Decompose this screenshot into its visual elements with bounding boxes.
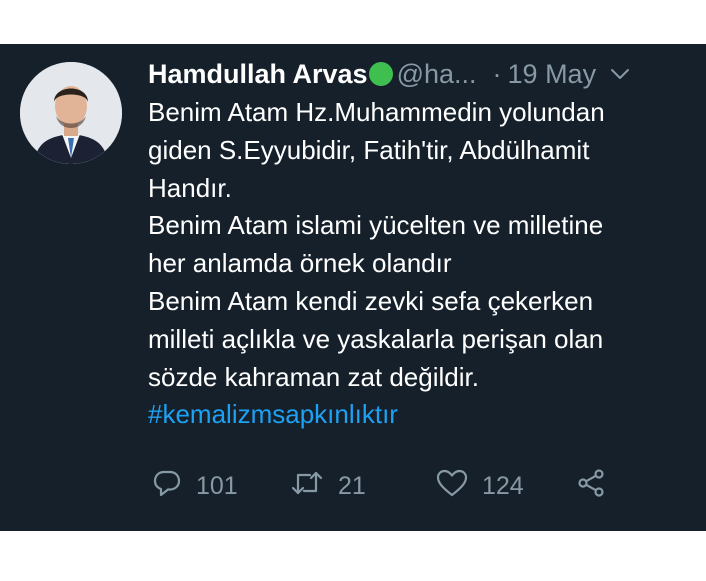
tweet-actions: 101 21 124 — [148, 464, 668, 508]
heart-icon — [436, 468, 482, 505]
tweet-text: Benim Atam Hz.Muhammedin yolundan giden … — [148, 94, 693, 434]
verified-badge-icon — [368, 62, 393, 86]
tweet-header: Hamdullah Arvas @ha... · 19 May — [148, 54, 692, 94]
tweet-line: Benim Atam Hz.Muhammedin yolundan — [148, 97, 605, 127]
tweet-date[interactable]: 19 May — [508, 59, 597, 90]
tweet-line: her anlamda örnek olandır — [148, 248, 452, 279]
user-handle[interactable]: @ha... — [397, 59, 477, 90]
like-button[interactable]: 124 — [436, 464, 524, 508]
tweet-card[interactable]: Hamdullah Arvas @ha... · 19 May Benim At… — [0, 44, 706, 531]
tweet-line: Benim Atam kendi zevki sefa çekerken — [148, 285, 594, 316]
tweet-line: Handır. — [148, 172, 232, 203]
share-button[interactable] — [576, 464, 620, 508]
tweet-line: Benim Atam islami yücelten ve milletine — [148, 210, 604, 241]
like-count: 124 — [482, 471, 524, 500]
retweet-count: 21 — [338, 471, 366, 500]
retweet-icon — [290, 468, 338, 505]
tweet-line: giden S.Eyyubidir, Fatih'tir, Abdülhamit — [148, 134, 590, 165]
tweet-line: milleti açlıkla ve yaskalarla perişan ol… — [148, 323, 604, 354]
chevron-down-icon[interactable] — [610, 68, 630, 80]
separator-dot: · — [492, 58, 502, 89]
reply-icon — [152, 468, 196, 505]
reply-button[interactable]: 101 — [152, 464, 238, 508]
avatar[interactable] — [20, 62, 122, 164]
user-name[interactable]: Hamdullah Arvas — [148, 59, 368, 90]
reply-count: 101 — [196, 471, 238, 500]
retweet-button[interactable]: 21 — [290, 464, 366, 508]
share-icon — [576, 468, 620, 505]
tweet-line: sözde kahraman zat değildir. — [148, 361, 479, 392]
hashtag-link[interactable]: #kemalizmsapkınlıktır — [148, 396, 693, 434]
